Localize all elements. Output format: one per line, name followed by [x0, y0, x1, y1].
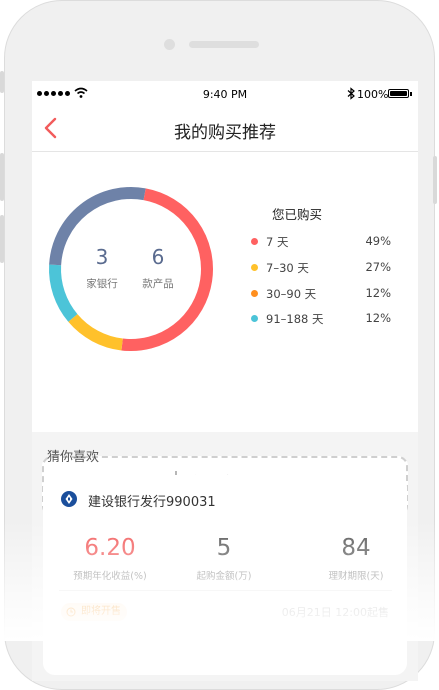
- product-count: 6: [151, 245, 165, 269]
- page-title: 我的购买推荐: [174, 123, 276, 143]
- term-label: 理财期限(天): [328, 571, 384, 582]
- section-title-recommend: 猜你喜欢: [47, 450, 100, 465]
- product-card[interactable]: 建设银行发行990031 6.20 预期年化收益(%) 5 起购金额(万) 84…: [43, 475, 407, 675]
- card-divider: [59, 590, 392, 591]
- legend-label: 91–188 天: [266, 312, 324, 326]
- nav-bar: 我的购买推荐: [32, 107, 418, 152]
- legend-percent: 49%: [365, 234, 391, 248]
- donut-segment-1: [68, 313, 124, 351]
- legend-label: 7–30 天: [266, 261, 309, 275]
- legend-dot: [251, 315, 258, 322]
- legend-dot: [251, 238, 258, 245]
- legend-row: 91–188 天 12%: [251, 311, 391, 327]
- legend-title: 您已购买: [272, 207, 323, 222]
- legend-percent: 12%: [365, 311, 391, 325]
- sale-status-badge: 即将开售: [61, 603, 127, 621]
- legend-percent: 12%: [365, 286, 391, 300]
- product-count-label: 款产品: [142, 278, 174, 290]
- donut-segment-2: [49, 264, 78, 322]
- battery-percent: 100%: [357, 88, 389, 101]
- status-bar: 9:40 PM 100%: [32, 81, 418, 107]
- donut-segment-0: [121, 188, 213, 351]
- legend-label: 30–90 天: [266, 287, 317, 301]
- purchase-donut-chart: [49, 187, 213, 351]
- ccb-logo-icon: [61, 491, 77, 507]
- power-button: [433, 156, 437, 204]
- mute-switch: [0, 71, 4, 93]
- bank-count: 3: [95, 245, 109, 269]
- yield-label: 预期年化收益(%): [73, 571, 147, 582]
- volume-up-button: [0, 153, 4, 201]
- phone-frame: 9:40 PM 100% 我的购买推荐 3 家银行 6 款产品 您已购买 7 天…: [0, 0, 437, 690]
- purchase-summary: 3 家银行 6 款产品 您已购买 7 天 49% 7–30 天 27% 30–90 天 1…: [32, 152, 418, 516]
- volume-down-button: [0, 215, 4, 263]
- bluetooth-icon: [347, 87, 355, 100]
- legend-percent: 27%: [365, 260, 391, 274]
- camera-dot: [164, 39, 175, 50]
- legend-row: 7–30 天 27%: [251, 260, 391, 276]
- yield-value: 6.20: [84, 535, 136, 561]
- legend-row: 7 天 49%: [251, 234, 391, 250]
- sale-status-text: 即将开售: [81, 606, 121, 617]
- min-amount-value: 5: [216, 535, 232, 561]
- legend-label: 7 天: [266, 235, 289, 249]
- app-screen: 9:40 PM 100% 我的购买推荐 3 家银行 6 款产品 您已购买 7 天…: [32, 81, 418, 681]
- battery-tip: [410, 92, 412, 96]
- legend-dot: [251, 264, 258, 271]
- min-amount-label: 起购金额(万): [196, 571, 252, 582]
- clock-icon: [66, 607, 76, 617]
- bank-name: 建设银行发行990031: [88, 495, 216, 510]
- sale-open-time: 06月21日 12:00起售: [281, 606, 389, 619]
- legend-dot: [251, 290, 258, 297]
- term-value: 84: [341, 535, 371, 561]
- bank-count-label: 家银行: [86, 278, 118, 290]
- speaker-slot: [189, 41, 259, 48]
- legend-row: 30–90 天 12%: [251, 286, 391, 302]
- battery-icon: [388, 89, 409, 98]
